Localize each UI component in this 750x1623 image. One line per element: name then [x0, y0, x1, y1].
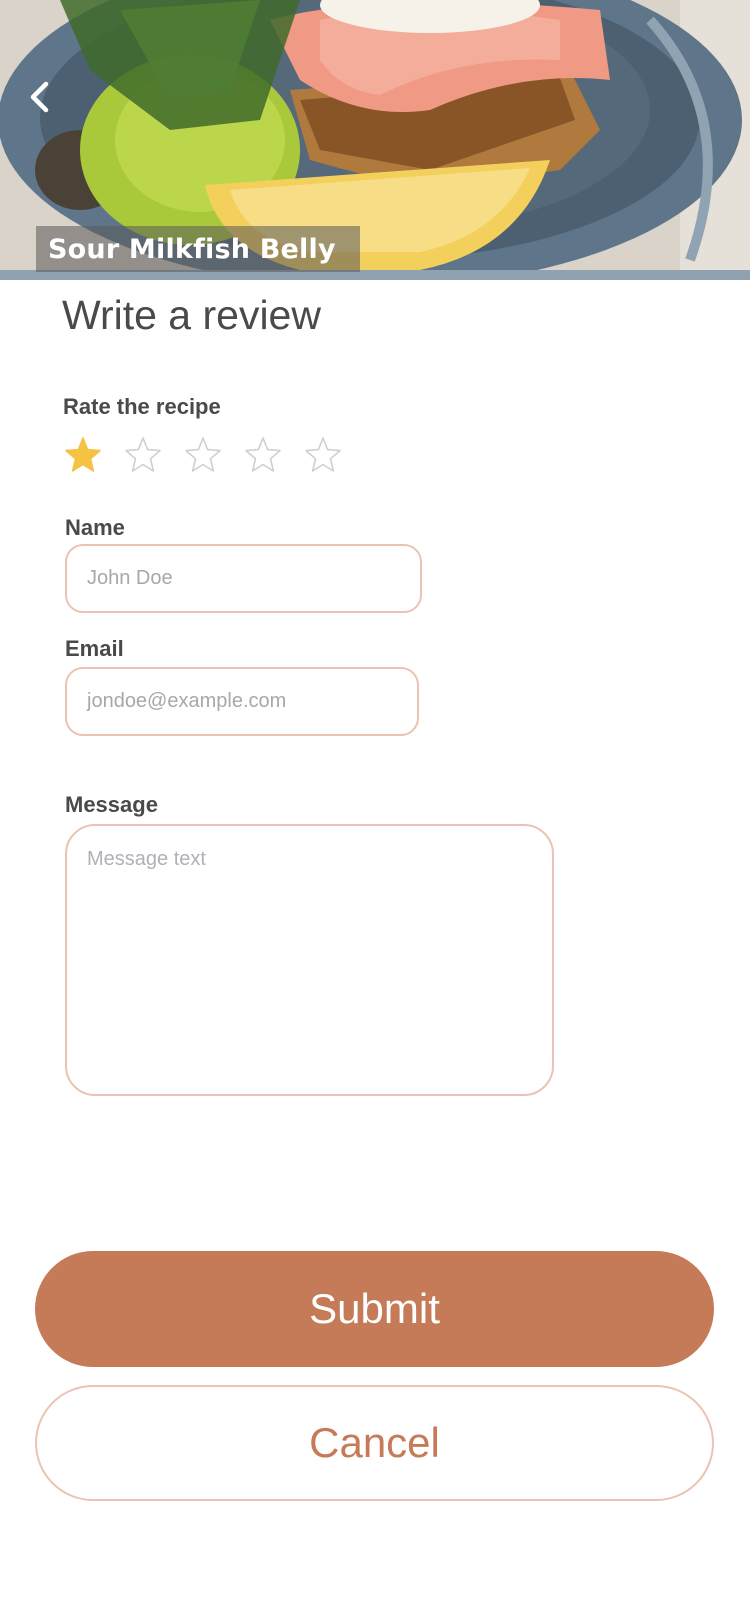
message-placeholder: Message text [87, 848, 206, 870]
email-label: Email [65, 636, 124, 661]
star-empty-icon[interactable] [304, 436, 342, 474]
email-field[interactable]: jondoe@example.com [65, 667, 419, 736]
cancel-label: Cancel [309, 1419, 440, 1466]
star-rating[interactable] [64, 436, 342, 474]
star-empty-icon[interactable] [184, 436, 222, 474]
recipe-title: Sour Milkfish Belly [48, 233, 336, 265]
page-title: Write a review [62, 292, 321, 338]
submit-button[interactable]: Submit [35, 1251, 714, 1367]
chevron-left-icon [30, 81, 49, 113]
message-field[interactable]: Message text [65, 824, 554, 1096]
name-label: Name [65, 515, 125, 540]
star-filled-icon[interactable] [64, 436, 102, 474]
message-label: Message [65, 792, 158, 817]
recipe-title-chip: Sour Milkfish Belly [36, 226, 360, 272]
submit-label: Submit [309, 1285, 440, 1332]
cancel-button[interactable]: Cancel [35, 1385, 714, 1501]
star-empty-icon[interactable] [244, 436, 282, 474]
back-button[interactable] [26, 80, 70, 124]
name-field[interactable]: John Doe [65, 544, 422, 613]
name-placeholder: John Doe [87, 567, 173, 589]
email-placeholder: jondoe@example.com [87, 690, 287, 712]
hero-image: Sour Milkfish Belly [0, 0, 750, 280]
rating-label: Rate the recipe [63, 394, 221, 419]
star-empty-icon[interactable] [124, 436, 162, 474]
